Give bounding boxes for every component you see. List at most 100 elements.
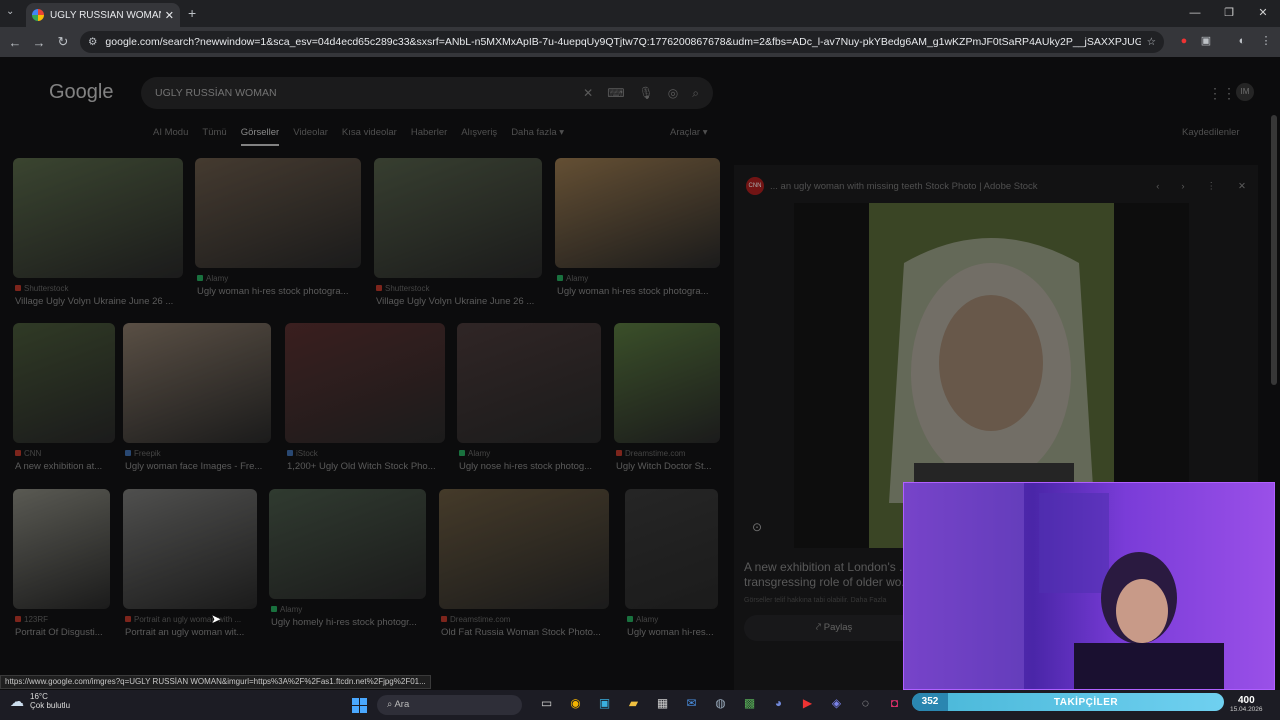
avatar[interactable]: IM: [1236, 83, 1254, 101]
site-info-icon[interactable]: ⚙: [88, 36, 97, 48]
mic-icon[interactable]: 🎙: [639, 86, 654, 100]
tools-button[interactable]: Araçlar ▾: [670, 127, 708, 138]
result-thumbnail[interactable]: [555, 158, 720, 268]
tab-more[interactable]: Daha fazla ▾: [511, 127, 564, 146]
back-icon[interactable]: ←: [3, 35, 27, 50]
store-icon[interactable]: ▦: [648, 696, 677, 710]
result-thumbnail[interactable]: [625, 489, 718, 609]
close-window-icon[interactable]: ✕: [1246, 0, 1280, 27]
result-title[interactable]: Ugly Witch Doctor St...: [616, 461, 722, 472]
new-tab-icon[interactable]: +: [188, 5, 196, 21]
search-inside-image-icon[interactable]: ⊙: [752, 520, 762, 534]
chrome-icon[interactable]: ◉: [561, 696, 590, 710]
result-title[interactable]: Portrait an ugly woman wit...: [125, 627, 259, 638]
app-icon[interactable]: ▣: [590, 696, 619, 710]
tab-all[interactable]: Tümü: [202, 127, 226, 146]
bookmark-star-icon[interactable]: ☆: [1147, 36, 1156, 48]
scrollbar[interactable]: [1271, 115, 1277, 385]
reload-icon[interactable]: ↻: [51, 34, 75, 50]
result-title[interactable]: Old Fat Russia Woman Stock Photo...: [441, 627, 611, 638]
image-result[interactable]: Alamy Ugly homely hi-res stock photogr...: [269, 489, 426, 633]
extension-icon[interactable]: ●: [1176, 33, 1192, 49]
image-result[interactable]: iStock 1,200+ Ugly Old Witch Stock Pho...: [285, 323, 445, 477]
windows-start-icon[interactable]: [352, 698, 367, 713]
tab-short-videos[interactable]: Kısa videolar: [342, 127, 397, 146]
preview-title[interactable]: ... an ugly woman with missing teeth Sto…: [770, 181, 1134, 192]
task-view-icon[interactable]: ▭: [532, 696, 561, 710]
result-title[interactable]: Ugly homely hi-res stock photogr...: [271, 617, 428, 628]
result-thumbnail[interactable]: [374, 158, 542, 278]
clear-icon[interactable]: ✕: [583, 86, 593, 100]
result-thumbnail[interactable]: [614, 323, 720, 443]
obs-icon[interactable]: ◌: [851, 696, 880, 710]
steam-icon[interactable]: ◍: [706, 696, 735, 710]
result-title[interactable]: Ugly woman face Images - Fre...: [125, 461, 273, 472]
profile-icon[interactable]: ◐: [1234, 33, 1250, 49]
more-options-icon[interactable]: ⋮: [1207, 181, 1217, 192]
result-thumbnail[interactable]: [439, 489, 609, 609]
tab-videos[interactable]: Videolar: [293, 127, 328, 146]
tab-shopping[interactable]: Alışveriş: [461, 127, 497, 146]
file-explorer-icon[interactable]: ▰: [619, 696, 648, 710]
result-title[interactable]: 1,200+ Ugly Old Witch Stock Pho...: [287, 461, 447, 472]
share-button[interactable]: ⤤ Paylaş: [744, 615, 924, 641]
search-icon[interactable]: ⌕: [692, 86, 699, 101]
result-title[interactable]: Ugly nose hi-res stock photog...: [459, 461, 603, 472]
youtube-icon[interactable]: ▶: [793, 696, 822, 710]
result-thumbnail[interactable]: [269, 489, 426, 599]
image-result[interactable]: Alamy Ugly nose hi-res stock photog...: [457, 323, 601, 477]
extensions-puzzle-icon[interactable]: ▣: [1198, 33, 1214, 49]
tab-ai-mode[interactable]: AI Modu: [153, 127, 188, 146]
google-logo[interactable]: Google: [49, 81, 114, 104]
teams-icon[interactable]: ◈: [822, 696, 851, 710]
tab-search-icon[interactable]: ⌄: [6, 6, 14, 17]
minimize-icon[interactable]: —: [1178, 0, 1212, 27]
image-result[interactable]: Portrait an ugly woman with ... Portrait …: [123, 489, 257, 643]
result-title[interactable]: Ugly woman hi-res...: [627, 627, 720, 638]
image-result[interactable]: Shutterstock Village Ugly Volyn Ukraine J…: [374, 158, 542, 312]
prev-icon[interactable]: ‹: [1156, 181, 1159, 192]
taskbar-search[interactable]: ⌕ Ara: [377, 695, 522, 715]
image-result[interactable]: CNN A new exhibition at...: [13, 323, 115, 477]
close-preview-icon[interactable]: ✕: [1238, 181, 1246, 192]
search-box[interactable]: UGLY RUSSİAN WOMAN ✕ ⌨ 🎙 ◎ ⌕: [141, 77, 713, 109]
result-thumbnail[interactable]: [13, 323, 115, 443]
tab-news[interactable]: Haberler: [411, 127, 447, 146]
discord-icon[interactable]: ◕: [764, 696, 793, 710]
result-thumbnail[interactable]: [13, 158, 183, 278]
preview-caption[interactable]: A new exhibition at London's ... transgr…: [744, 560, 914, 590]
result-thumbnail[interactable]: [13, 489, 110, 609]
mail-icon[interactable]: ✉: [677, 696, 706, 710]
image-result[interactable]: Dreamstime.com Old Fat Russia Woman Stock…: [439, 489, 609, 643]
image-result[interactable]: 123RF Portrait Of Disgusti...: [13, 489, 110, 643]
result-title[interactable]: Ugly woman hi-res stock photogra...: [197, 286, 363, 297]
image-result[interactable]: Freepik Ugly woman face Images - Fre...: [123, 323, 271, 477]
forward-icon[interactable]: →: [27, 35, 51, 50]
result-title[interactable]: Portrait Of Disgusti...: [15, 627, 112, 638]
lens-icon[interactable]: ◎: [668, 86, 678, 100]
weather-widget[interactable]: ☁ 16°C Çok bulutlu: [10, 692, 70, 710]
result-thumbnail[interactable]: [123, 489, 257, 609]
result-thumbnail[interactable]: [195, 158, 361, 268]
next-icon[interactable]: ›: [1181, 181, 1184, 192]
image-result[interactable]: Shutterstock Village Ugly Volyn Ukraine J…: [13, 158, 183, 312]
browser-tab[interactable]: UGLY RUSSİAN WOMAN - Goo ✕: [26, 3, 180, 27]
image-result[interactable]: Alamy Ugly woman hi-res stock photogra...: [555, 158, 720, 302]
result-title[interactable]: Village Ugly Volyn Ukraine June 26 ...: [15, 296, 185, 307]
result-title[interactable]: A new exhibition at...: [15, 461, 117, 472]
result-title[interactable]: Village Ugly Volyn Ukraine June 26 ...: [376, 296, 544, 307]
image-result[interactable]: Alamy Ugly woman hi-res...: [625, 489, 718, 643]
saved-button[interactable]: Kaydedilenler: [1182, 127, 1240, 138]
menu-icon[interactable]: ⋮: [1258, 33, 1274, 49]
result-thumbnail[interactable]: [123, 323, 271, 443]
image-result[interactable]: Alamy Ugly woman hi-res stock photogra...: [195, 158, 361, 302]
result-thumbnail[interactable]: [285, 323, 445, 443]
omnibox[interactable]: ⚙ google.com/search?newwindow=1&sca_esv=…: [80, 31, 1164, 53]
result-title[interactable]: Ugly woman hi-res stock photogra...: [557, 286, 722, 297]
image-result[interactable]: Dreamstime.com Ugly Witch Doctor St...: [614, 323, 720, 477]
minecraft-icon[interactable]: ▩: [735, 696, 764, 710]
tab-images[interactable]: Görseller: [240, 127, 280, 146]
instagram-icon[interactable]: ◘: [880, 696, 909, 710]
result-thumbnail[interactable]: [457, 323, 601, 443]
restore-icon[interactable]: ❐: [1212, 0, 1246, 27]
